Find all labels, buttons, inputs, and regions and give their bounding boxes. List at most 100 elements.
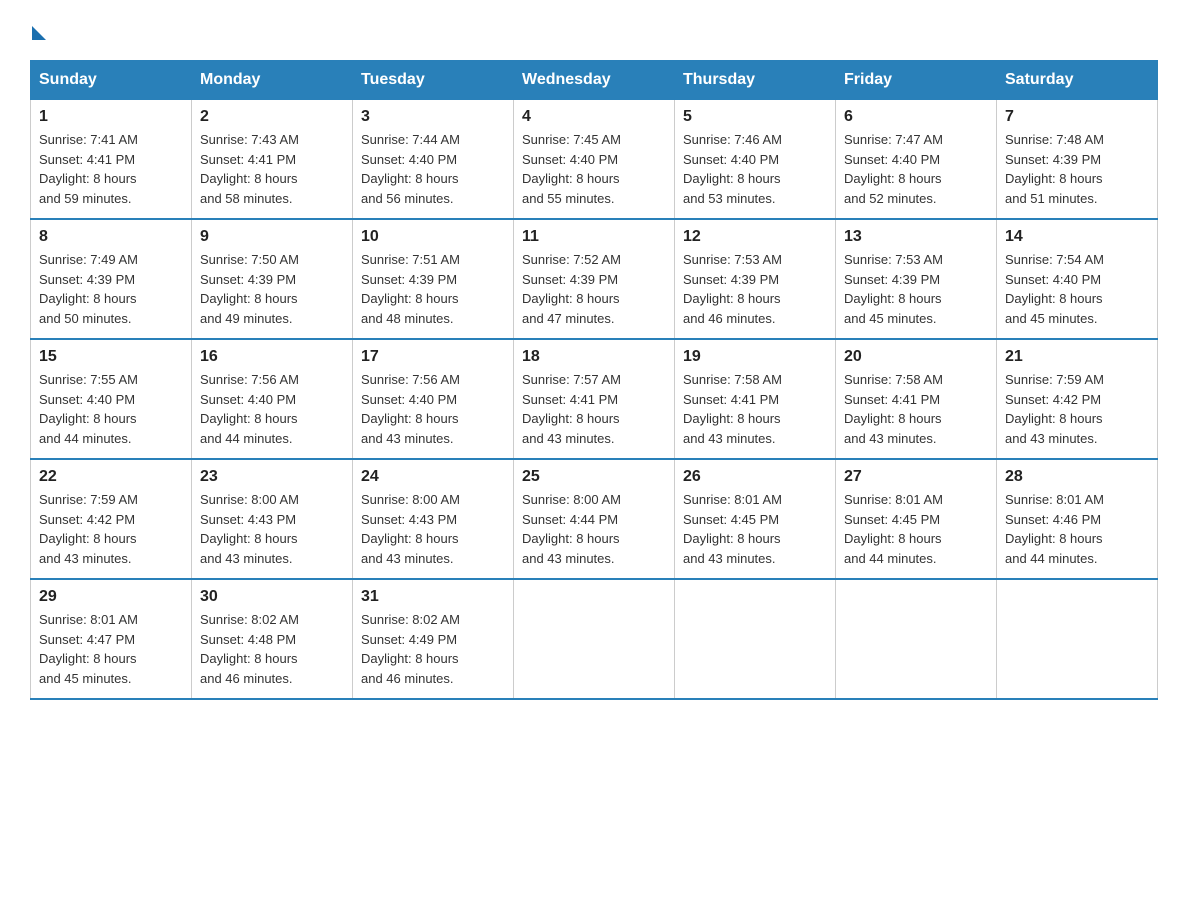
day-number: 17: [361, 348, 505, 366]
day-number: 29: [39, 588, 183, 606]
day-info: Sunrise: 8:02 AM Sunset: 4:49 PM Dayligh…: [361, 610, 505, 688]
day-number: 28: [1005, 468, 1149, 486]
day-cell: 17 Sunrise: 7:56 AM Sunset: 4:40 PM Dayl…: [353, 339, 514, 459]
day-cell: 13 Sunrise: 7:53 AM Sunset: 4:39 PM Dayl…: [836, 219, 997, 339]
day-number: 19: [683, 348, 827, 366]
day-cell: 14 Sunrise: 7:54 AM Sunset: 4:40 PM Dayl…: [997, 219, 1158, 339]
page-header: [30, 20, 1158, 40]
day-cell: 18 Sunrise: 7:57 AM Sunset: 4:41 PM Dayl…: [514, 339, 675, 459]
logo: [30, 20, 46, 40]
day-cell: 5 Sunrise: 7:46 AM Sunset: 4:40 PM Dayli…: [675, 100, 836, 220]
day-cell: 22 Sunrise: 7:59 AM Sunset: 4:42 PM Dayl…: [31, 459, 192, 579]
day-number: 16: [200, 348, 344, 366]
day-number: 13: [844, 228, 988, 246]
day-cell: 20 Sunrise: 7:58 AM Sunset: 4:41 PM Dayl…: [836, 339, 997, 459]
day-cell: 21 Sunrise: 7:59 AM Sunset: 4:42 PM Dayl…: [997, 339, 1158, 459]
week-row-1: 1 Sunrise: 7:41 AM Sunset: 4:41 PM Dayli…: [31, 100, 1158, 220]
column-header-thursday: Thursday: [675, 61, 836, 100]
day-info: Sunrise: 7:51 AM Sunset: 4:39 PM Dayligh…: [361, 250, 505, 328]
day-number: 2: [200, 108, 344, 126]
day-cell: 19 Sunrise: 7:58 AM Sunset: 4:41 PM Dayl…: [675, 339, 836, 459]
day-cell: [836, 579, 997, 699]
day-cell: 15 Sunrise: 7:55 AM Sunset: 4:40 PM Dayl…: [31, 339, 192, 459]
day-cell: 27 Sunrise: 8:01 AM Sunset: 4:45 PM Dayl…: [836, 459, 997, 579]
day-number: 3: [361, 108, 505, 126]
day-number: 11: [522, 228, 666, 246]
week-row-2: 8 Sunrise: 7:49 AM Sunset: 4:39 PM Dayli…: [31, 219, 1158, 339]
day-number: 10: [361, 228, 505, 246]
day-cell: 29 Sunrise: 8:01 AM Sunset: 4:47 PM Dayl…: [31, 579, 192, 699]
day-number: 8: [39, 228, 183, 246]
day-info: Sunrise: 7:57 AM Sunset: 4:41 PM Dayligh…: [522, 370, 666, 448]
day-number: 30: [200, 588, 344, 606]
day-cell: 10 Sunrise: 7:51 AM Sunset: 4:39 PM Dayl…: [353, 219, 514, 339]
day-cell: 28 Sunrise: 8:01 AM Sunset: 4:46 PM Dayl…: [997, 459, 1158, 579]
day-info: Sunrise: 8:00 AM Sunset: 4:43 PM Dayligh…: [361, 490, 505, 568]
day-cell: 8 Sunrise: 7:49 AM Sunset: 4:39 PM Dayli…: [31, 219, 192, 339]
day-info: Sunrise: 7:59 AM Sunset: 4:42 PM Dayligh…: [39, 490, 183, 568]
day-number: 1: [39, 108, 183, 126]
day-info: Sunrise: 7:54 AM Sunset: 4:40 PM Dayligh…: [1005, 250, 1149, 328]
day-cell: 16 Sunrise: 7:56 AM Sunset: 4:40 PM Dayl…: [192, 339, 353, 459]
day-info: Sunrise: 7:53 AM Sunset: 4:39 PM Dayligh…: [844, 250, 988, 328]
day-number: 9: [200, 228, 344, 246]
day-number: 4: [522, 108, 666, 126]
day-info: Sunrise: 7:49 AM Sunset: 4:39 PM Dayligh…: [39, 250, 183, 328]
day-cell: [514, 579, 675, 699]
day-number: 20: [844, 348, 988, 366]
day-number: 7: [1005, 108, 1149, 126]
day-number: 18: [522, 348, 666, 366]
day-info: Sunrise: 8:01 AM Sunset: 4:45 PM Dayligh…: [844, 490, 988, 568]
column-header-friday: Friday: [836, 61, 997, 100]
day-cell: 30 Sunrise: 8:02 AM Sunset: 4:48 PM Dayl…: [192, 579, 353, 699]
day-number: 14: [1005, 228, 1149, 246]
day-cell: 23 Sunrise: 8:00 AM Sunset: 4:43 PM Dayl…: [192, 459, 353, 579]
day-info: Sunrise: 7:56 AM Sunset: 4:40 PM Dayligh…: [200, 370, 344, 448]
day-cell: 4 Sunrise: 7:45 AM Sunset: 4:40 PM Dayli…: [514, 100, 675, 220]
column-header-tuesday: Tuesday: [353, 61, 514, 100]
day-cell: 26 Sunrise: 8:01 AM Sunset: 4:45 PM Dayl…: [675, 459, 836, 579]
week-row-4: 22 Sunrise: 7:59 AM Sunset: 4:42 PM Dayl…: [31, 459, 1158, 579]
column-header-wednesday: Wednesday: [514, 61, 675, 100]
day-cell: 12 Sunrise: 7:53 AM Sunset: 4:39 PM Dayl…: [675, 219, 836, 339]
calendar-table: SundayMondayTuesdayWednesdayThursdayFrid…: [30, 60, 1158, 700]
logo-triangle-icon: [32, 26, 46, 40]
day-cell: 25 Sunrise: 8:00 AM Sunset: 4:44 PM Dayl…: [514, 459, 675, 579]
day-cell: [675, 579, 836, 699]
day-info: Sunrise: 8:01 AM Sunset: 4:46 PM Dayligh…: [1005, 490, 1149, 568]
column-header-monday: Monday: [192, 61, 353, 100]
day-cell: 31 Sunrise: 8:02 AM Sunset: 4:49 PM Dayl…: [353, 579, 514, 699]
day-number: 21: [1005, 348, 1149, 366]
day-info: Sunrise: 7:50 AM Sunset: 4:39 PM Dayligh…: [200, 250, 344, 328]
column-header-sunday: Sunday: [31, 61, 192, 100]
day-cell: 24 Sunrise: 8:00 AM Sunset: 4:43 PM Dayl…: [353, 459, 514, 579]
day-number: 25: [522, 468, 666, 486]
day-info: Sunrise: 7:48 AM Sunset: 4:39 PM Dayligh…: [1005, 130, 1149, 208]
day-cell: 11 Sunrise: 7:52 AM Sunset: 4:39 PM Dayl…: [514, 219, 675, 339]
calendar-header: SundayMondayTuesdayWednesdayThursdayFrid…: [31, 61, 1158, 100]
day-cell: 6 Sunrise: 7:47 AM Sunset: 4:40 PM Dayli…: [836, 100, 997, 220]
day-cell: 7 Sunrise: 7:48 AM Sunset: 4:39 PM Dayli…: [997, 100, 1158, 220]
day-info: Sunrise: 7:44 AM Sunset: 4:40 PM Dayligh…: [361, 130, 505, 208]
day-number: 23: [200, 468, 344, 486]
day-info: Sunrise: 8:01 AM Sunset: 4:45 PM Dayligh…: [683, 490, 827, 568]
day-info: Sunrise: 7:46 AM Sunset: 4:40 PM Dayligh…: [683, 130, 827, 208]
day-info: Sunrise: 7:56 AM Sunset: 4:40 PM Dayligh…: [361, 370, 505, 448]
day-info: Sunrise: 7:47 AM Sunset: 4:40 PM Dayligh…: [844, 130, 988, 208]
day-number: 22: [39, 468, 183, 486]
day-cell: 1 Sunrise: 7:41 AM Sunset: 4:41 PM Dayli…: [31, 100, 192, 220]
day-number: 15: [39, 348, 183, 366]
day-number: 6: [844, 108, 988, 126]
day-info: Sunrise: 7:52 AM Sunset: 4:39 PM Dayligh…: [522, 250, 666, 328]
day-number: 12: [683, 228, 827, 246]
day-number: 26: [683, 468, 827, 486]
day-number: 27: [844, 468, 988, 486]
day-info: Sunrise: 7:58 AM Sunset: 4:41 PM Dayligh…: [683, 370, 827, 448]
day-info: Sunrise: 7:55 AM Sunset: 4:40 PM Dayligh…: [39, 370, 183, 448]
day-info: Sunrise: 7:53 AM Sunset: 4:39 PM Dayligh…: [683, 250, 827, 328]
day-info: Sunrise: 7:45 AM Sunset: 4:40 PM Dayligh…: [522, 130, 666, 208]
week-row-3: 15 Sunrise: 7:55 AM Sunset: 4:40 PM Dayl…: [31, 339, 1158, 459]
calendar-body: 1 Sunrise: 7:41 AM Sunset: 4:41 PM Dayli…: [31, 100, 1158, 700]
day-number: 5: [683, 108, 827, 126]
day-info: Sunrise: 8:02 AM Sunset: 4:48 PM Dayligh…: [200, 610, 344, 688]
